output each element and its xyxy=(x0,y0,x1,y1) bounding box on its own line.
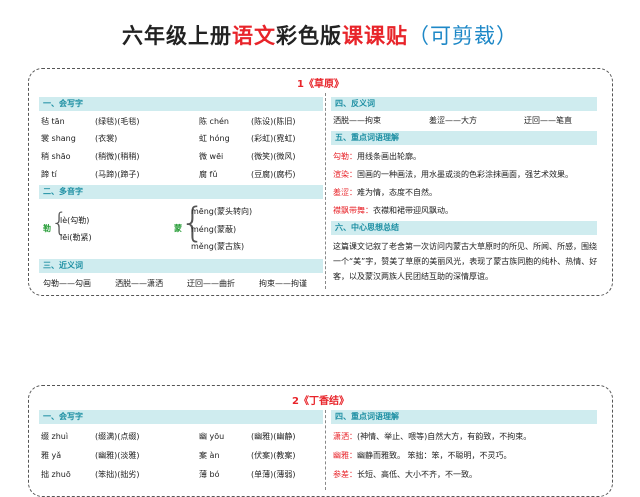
word-examples: (陈设)(陈旧) xyxy=(251,117,296,126)
word-examples: (幽雅)(幽静) xyxy=(251,432,296,441)
polyphone-reading: měng(蒙古族) xyxy=(191,242,245,251)
synonym-pair: 勾勒——勾画 xyxy=(43,279,91,288)
polyphone-reading: lēi(勒紧) xyxy=(60,233,92,242)
word-char: 幽 yōu xyxy=(199,432,225,441)
term-row: 幽雅：幽静而雅致。 笨拙：笨，不聪明，不灵巧。 xyxy=(333,450,512,461)
polyphone-char-1: 勒 xyxy=(43,224,51,233)
word-examples: (衣裳) xyxy=(95,134,118,143)
title-part4: 课课贴 xyxy=(342,23,408,48)
word-char: 腐 fǔ xyxy=(199,170,218,179)
lesson-card-2: 2《丁香结》 一、会写字 缀 zhuì (缀满)(点缀) 幽 yōu (幽雅)(… xyxy=(28,385,613,497)
lesson-2-heading: 2《丁香结》 xyxy=(292,396,349,407)
word-char: 陈 chén xyxy=(199,117,230,126)
section-write-chars: 一、会写字 xyxy=(39,410,323,424)
section-polyphones: 二、多音字 xyxy=(39,185,323,199)
section-synonyms: 三、近义词 xyxy=(39,259,323,273)
polyphone-reading: mēng(蒙头转向) xyxy=(191,207,253,216)
word-examples: (绿毯)(毛毯) xyxy=(95,117,140,126)
term-definition: 长短、高低、大小不齐，不一致。 xyxy=(357,470,477,479)
title-part5: （可剪裁） xyxy=(408,24,518,48)
column-divider xyxy=(325,410,326,490)
word-char: 虹 hóng xyxy=(199,134,230,143)
word-char: 毡 tān xyxy=(41,117,65,126)
page-title: 六年级上册语文彩色版课课贴（可剪裁） xyxy=(0,20,640,50)
section-antonyms: 四、反义词 xyxy=(331,97,597,111)
synonym-pair: 拘束——拘谨 xyxy=(259,279,307,288)
word-examples: (伏案)(教案) xyxy=(251,451,296,460)
word-char: 微 wēi xyxy=(199,152,224,161)
term-definition: 难为情，态度不自然。 xyxy=(357,188,437,197)
term-definition: (神情、举止、喂等)自然大方，有韵致，不拘束。 xyxy=(357,432,532,441)
word-examples: (稍微)(稍稍) xyxy=(95,152,140,161)
term-word: 渲染： xyxy=(333,170,357,179)
term-definition: 国画的一种画法，用水墨或淡的色彩涂抹画面，强艺术效果。 xyxy=(357,170,573,179)
term-row: 参差：长短、高低、大小不齐，不一致。 xyxy=(333,469,477,480)
polyphone-reading: lè(勾勒) xyxy=(60,216,90,225)
term-definition: 衣襟和裙带迎风飘动。 xyxy=(373,206,453,215)
word-char: 拙 zhuō xyxy=(41,470,71,479)
column-divider xyxy=(325,93,326,289)
word-char: 蹄 tí xyxy=(41,170,57,179)
term-definition: 幽静而雅致。 笨拙：笨，不聪明，不灵巧。 xyxy=(357,451,512,460)
term-row: 勾勒：用线条画出轮廓。 xyxy=(333,151,421,162)
section-summary: 六、中心思想总结 xyxy=(331,221,597,235)
word-examples: (缀满)(点缀) xyxy=(95,432,140,441)
term-word: 幽雅： xyxy=(333,451,357,460)
term-definition: 用线条画出轮廓。 xyxy=(357,152,421,161)
term-row: 羞涩：难为情，态度不自然。 xyxy=(333,187,437,198)
polyphone-reading: méng(蒙蔽) xyxy=(191,225,237,234)
term-word: 参差： xyxy=(333,470,357,479)
term-word: 勾勒： xyxy=(333,152,357,161)
word-char: 稍 shāo xyxy=(41,152,71,161)
term-row: 襟飘带舞：衣襟和裙带迎风飘动。 xyxy=(333,205,453,216)
word-examples: (马蹄)(蹄子) xyxy=(95,170,140,179)
title-part1: 六年级上册 xyxy=(122,23,232,48)
summary-text: 这篇课文记叙了老舍第一次访问内蒙古大草原时的所见、所闻、所感，围绕一个“美”字，… xyxy=(333,242,598,281)
antonym-pair: 迂回——笔直 xyxy=(524,116,572,125)
word-char: 缀 zhuì xyxy=(41,432,69,441)
section-key-terms: 四、重点词语理解 xyxy=(331,410,597,424)
term-word: 潇洒： xyxy=(333,432,357,441)
word-char: 裳 shang xyxy=(41,134,76,143)
word-char: 案 àn xyxy=(199,451,220,460)
title-part3: 彩色版 xyxy=(276,23,342,48)
term-row: 渲染：国画的一种画法，用水墨或淡的色彩涂抹画面，强艺术效果。 xyxy=(333,169,573,180)
lesson-card-1: 1《草原》 一、会写字 毡 tān (绿毯)(毛毯) 陈 chén (陈设)(陈… xyxy=(28,68,613,296)
section-write-chars: 一、会写字 xyxy=(39,97,323,111)
word-examples: (幽雅)(淡雅) xyxy=(95,451,140,460)
antonym-pair: 羞涩——大方 xyxy=(429,116,477,125)
title-part2: 语文 xyxy=(232,23,276,48)
word-examples: (单薄)(薄弱) xyxy=(251,470,296,479)
term-word: 襟飘带舞： xyxy=(333,206,373,215)
word-char: 雅 yǎ xyxy=(41,451,62,460)
word-examples: (豆腐)(腐朽) xyxy=(251,170,296,179)
word-examples: (微笑)(微风) xyxy=(251,152,296,161)
lesson-1-heading: 1《草原》 xyxy=(297,79,344,90)
term-row: 潇洒：(神情、举止、喂等)自然大方，有韵致，不拘束。 xyxy=(333,431,531,442)
antonym-pair: 洒脱——拘束 xyxy=(333,116,381,125)
word-examples: (笨拙)(拙劣) xyxy=(95,470,140,479)
term-word: 羞涩： xyxy=(333,188,357,197)
synonym-pair: 迂回——曲折 xyxy=(187,279,235,288)
word-char: 薄 bó xyxy=(199,470,220,479)
section-key-terms: 五、重点词语理解 xyxy=(331,131,597,145)
synonym-pair: 洒脱——潇洒 xyxy=(115,279,163,288)
word-examples: (彩虹)(霓虹) xyxy=(251,134,296,143)
